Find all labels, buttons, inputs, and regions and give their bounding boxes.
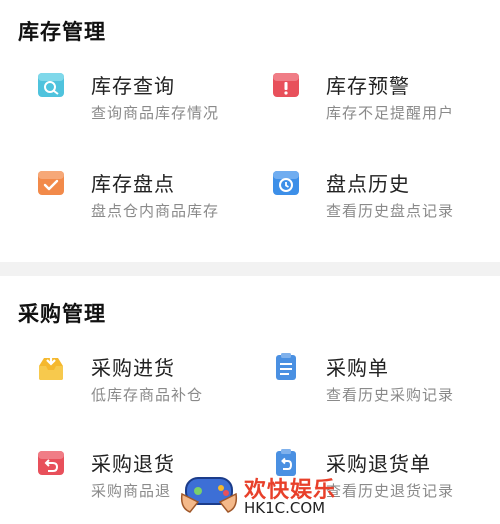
purchase-stock-desc: 低库存商品补仓 [91,386,204,404]
inbox-download-icon [36,352,66,382]
purchase-return-label: 采购退货 [91,452,175,476]
purchase-stock-item[interactable]: 采购进货 低库存商品补仓 [20,352,250,416]
gamepad-logo-icon [180,477,238,513]
inventory-alert-label: 库存预警 [326,74,410,98]
watermark-url: HK1C.COM [244,499,326,517]
check-box-icon [36,168,66,198]
count-history-desc: 查看历史盘点记录 [326,202,455,220]
return-box-icon [36,448,66,478]
inventory-count-label: 库存盘点 [91,172,175,196]
watermark: 欢快娱乐 HK1C.COM [178,462,348,522]
alert-box-icon [271,70,301,100]
purchase-section-title: 采购管理 [18,302,106,326]
inventory-query-label: 库存查询 [91,74,175,98]
inventory-section-title: 库存管理 [18,20,106,44]
search-box-icon [36,70,66,100]
count-history-item[interactable]: 盘点历史 查看历史盘点记录 [255,168,485,232]
count-history-label: 盘点历史 [326,172,410,196]
purchase-order-label: 采购单 [326,356,389,380]
purchase-order-item[interactable]: 采购单 查看历史采购记录 [255,352,485,416]
clock-box-icon [271,168,301,198]
purchase-order-desc: 查看历史采购记录 [326,386,455,404]
clipboard-icon [271,352,301,382]
purchase-return-desc: 采购商品退 [91,482,172,500]
inventory-alert-item[interactable]: 库存预警 库存不足提醒用户 [255,70,485,134]
inventory-section: 库存管理 库存查询 查询商品库存情况 库存预警 库存不足提醒用户 库存盘点 盘点… [0,0,500,262]
inventory-alert-desc: 库存不足提醒用户 [326,104,455,122]
purchase-stock-label: 采购进货 [91,356,175,380]
inventory-query-desc: 查询商品库存情况 [91,104,220,122]
inventory-count-item[interactable]: 库存盘点 盘点仓内商品库存 [20,168,250,232]
inventory-count-desc: 盘点仓内商品库存 [91,202,220,220]
inventory-query-item[interactable]: 库存查询 查询商品库存情况 [20,70,250,134]
